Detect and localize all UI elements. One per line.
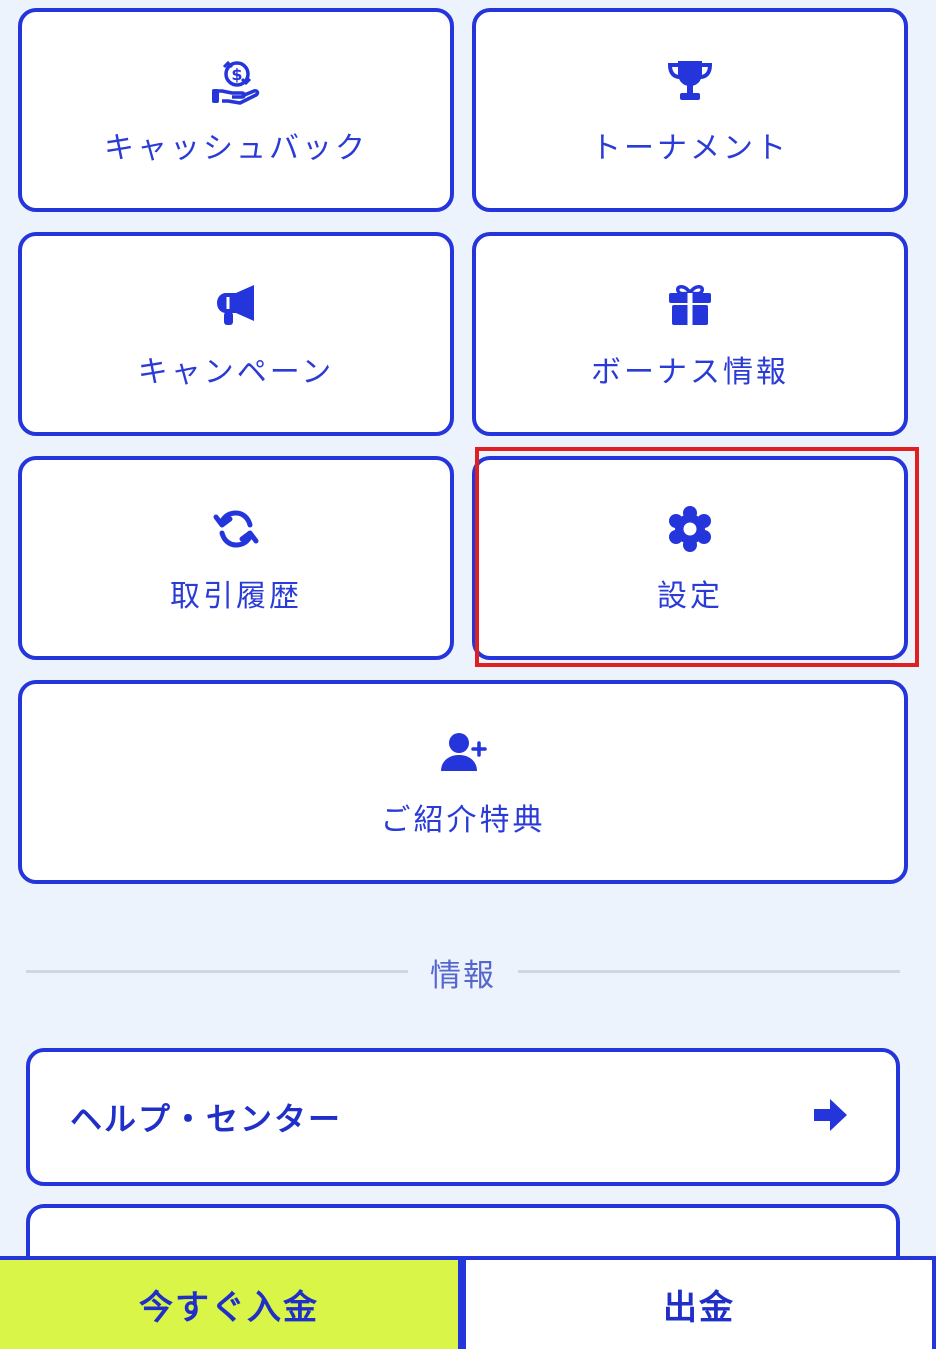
cashback-label: キャッシュバック — [104, 131, 368, 166]
campaign-label: キャンペーン — [137, 355, 335, 390]
help-center-link[interactable]: ヘルプ・センター — [26, 1048, 900, 1186]
history-tile[interactable]: 取引履歴 — [18, 456, 454, 660]
history-label: 取引履歴 — [170, 579, 302, 614]
settings-label: 設定 — [657, 579, 723, 614]
info-section-heading: 情報 — [430, 958, 496, 994]
gift-icon — [662, 277, 718, 333]
divider-left — [26, 970, 408, 973]
arrow-right-icon — [810, 1095, 850, 1139]
deposit-button[interactable]: 今すぐ入金 — [0, 1256, 462, 1349]
cashback-tile[interactable]: $ キャッシュバック — [18, 8, 454, 212]
campaign-tile[interactable]: キャンペーン — [18, 232, 454, 436]
gear-icon — [662, 501, 718, 557]
refresh-arrows-icon — [208, 501, 264, 557]
help-center-label: ヘルプ・センター — [70, 1100, 343, 1138]
tournament-label: トーナメント — [591, 131, 789, 166]
megaphone-icon — [208, 277, 264, 333]
svg-text:$: $ — [231, 65, 242, 84]
divider-right — [518, 970, 900, 973]
bottom-action-bar: 今すぐ入金 出金 — [0, 1256, 936, 1349]
cashback-hand-icon: $ — [208, 53, 264, 109]
tournament-tile[interactable]: トーナメント — [472, 8, 908, 212]
referral-label: ご紹介特典 — [380, 803, 546, 838]
bonus-label: ボーナス情報 — [591, 355, 789, 390]
trophy-icon — [662, 53, 718, 109]
user-plus-icon — [435, 725, 491, 781]
bonus-tile[interactable]: ボーナス情報 — [472, 232, 908, 436]
settings-tile[interactable]: 設定 — [472, 456, 908, 660]
withdraw-button[interactable]: 出金 — [462, 1256, 936, 1349]
menu-page: $ キャッシュバック トーナメント キャンペーン ボーナス情報 取引履歴 設定 … — [0, 0, 936, 1349]
referral-tile[interactable]: ご紹介特典 — [18, 680, 908, 884]
